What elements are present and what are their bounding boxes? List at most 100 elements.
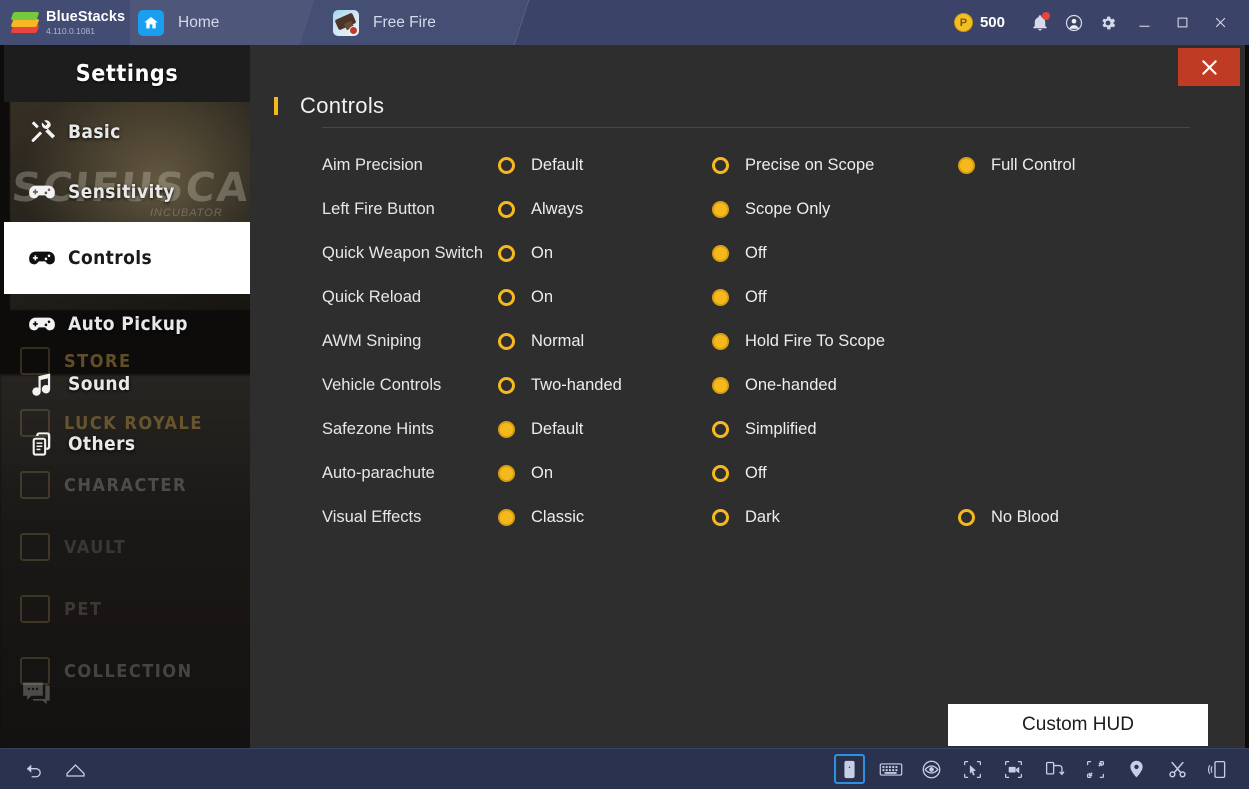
sidebar-item-controls[interactable]: Controls [4,222,250,294]
radio-icon[interactable] [498,333,515,350]
custom-hud-button[interactable]: Custom HUD [948,704,1208,746]
setting-row-auto-parachute: Auto-parachute On Off [322,451,1202,495]
home-icon [138,10,164,36]
radio-icon[interactable] [712,289,729,306]
option-label: Default [531,420,583,439]
tab-home[interactable]: Home [112,0,327,45]
free-fire-app-icon [333,10,359,36]
sidebar-item-others[interactable]: Others [4,414,250,474]
keyboard-icon[interactable] [875,754,906,784]
option-full-control[interactable]: Full Control [958,156,1075,175]
option-default[interactable]: Default [498,156,712,175]
header-divider [322,127,1190,128]
setting-row-visual-effects: Visual Effects Classic Dark No Blood [322,495,1202,539]
option-label: Full Control [991,156,1075,175]
option-classic[interactable]: Classic [498,508,712,527]
option-normal[interactable]: Normal [498,332,712,351]
radio-icon[interactable] [958,157,975,174]
radio-icon[interactable] [498,377,515,394]
radio-icon[interactable] [712,201,729,218]
option-on[interactable]: On [498,244,712,263]
setting-label: Aim Precision [322,156,498,174]
radio-icon[interactable] [712,157,729,174]
brand-version: 4.110.0.1081 [46,27,125,36]
notification-bell-icon[interactable] [1023,6,1057,40]
account-avatar-icon[interactable] [1057,6,1091,40]
option-label: No Blood [991,508,1059,527]
option-label: On [531,464,553,483]
eye-macro-icon[interactable] [916,754,947,784]
sidebar-item-sound[interactable]: Sound [4,354,250,414]
location-pin-icon[interactable] [1121,754,1152,784]
radio-icon[interactable] [712,377,729,394]
sidebar-item-basic[interactable]: Basic [4,102,250,162]
radio-icon[interactable] [498,509,515,526]
scissors-screenshot-icon[interactable] [1162,754,1193,784]
option-on[interactable]: On [498,288,712,307]
radio-icon[interactable] [712,245,729,262]
option-label: Simplified [745,420,817,439]
rotate-screen-icon[interactable] [1039,754,1070,784]
option-two-handed[interactable]: Two-handed [498,376,712,395]
points-badge[interactable]: P 500 [954,13,1005,32]
panel-header: Controls [274,93,384,119]
radio-icon[interactable] [712,421,729,438]
maximize-button[interactable] [1163,0,1201,45]
option-scope-only[interactable]: Scope Only [712,200,958,219]
tab-free-fire[interactable]: Free Fire [307,0,522,45]
fullscreen-icon[interactable] [1080,754,1111,784]
close-button[interactable] [1201,0,1239,45]
pointer-icon[interactable] [957,754,988,784]
shake-device-icon[interactable] [1203,754,1234,784]
option-on[interactable]: On [498,464,712,483]
radio-icon[interactable] [498,421,515,438]
option-dark[interactable]: Dark [712,508,958,527]
music-note-icon [28,370,68,398]
option-simplified[interactable]: Simplified [712,420,958,439]
gamepad-icon [28,310,68,338]
option-label: Off [745,288,767,307]
option-default[interactable]: Default [498,420,712,439]
record-video-icon[interactable] [998,754,1029,784]
option-off[interactable]: Off [712,288,958,307]
option-one-handed[interactable]: One-handed [712,376,958,395]
setting-row-aim-precision: Aim Precision Default Precise on Scope [322,143,1202,187]
settings-gear-icon[interactable] [1091,6,1125,40]
option-no-blood[interactable]: No Blood [958,508,1059,527]
bottom-toolbar [0,748,1249,789]
radio-icon[interactable] [498,465,515,482]
home-icon[interactable] [60,754,91,784]
sidebar-item-auto-pickup[interactable]: Auto Pickup [4,294,250,354]
radio-icon[interactable] [712,333,729,350]
title-bar: BlueStacks 4.110.0.1081 Home Free Fire P… [0,0,1249,45]
radio-icon[interactable] [712,465,729,482]
option-off[interactable]: Off [712,464,958,483]
chat-bubble-icon[interactable] [22,681,52,712]
gamepad-icon [28,178,68,206]
option-label: Default [531,156,583,175]
radio-icon[interactable] [498,289,515,306]
controls-settings-panel: Controls Aim Precision Default Precise o… [250,45,1245,748]
settings-rows: Aim Precision Default Precise on Scope [322,143,1202,539]
option-precise-on-scope[interactable]: Precise on Scope [712,156,958,175]
option-label: Off [745,464,767,483]
option-always[interactable]: Always [498,200,712,219]
game-controls-icon[interactable] [834,754,865,784]
radio-icon[interactable] [498,157,515,174]
minimize-button[interactable] [1125,0,1163,45]
setting-label: Safezone Hints [322,420,498,438]
radio-icon[interactable] [498,201,515,218]
option-hold-fire-to-scope[interactable]: Hold Fire To Scope [712,332,958,351]
radio-icon[interactable] [958,509,975,526]
settings-header: Settings [4,45,250,102]
sidebar-item-sensitivity[interactable]: Sensitivity [4,162,250,222]
option-off[interactable]: Off [712,244,958,263]
bluestacks-brand[interactable]: BlueStacks 4.110.0.1081 [0,0,130,45]
setting-label: Quick Reload [322,288,498,306]
bluestacks-window: BlueStacks 4.110.0.1081 Home Free Fire P… [0,0,1249,789]
radio-icon[interactable] [498,245,515,262]
radio-icon[interactable] [712,509,729,526]
panel-close-button[interactable] [1178,48,1240,86]
back-icon[interactable] [19,754,50,784]
brand-name: BlueStacks [46,10,125,25]
